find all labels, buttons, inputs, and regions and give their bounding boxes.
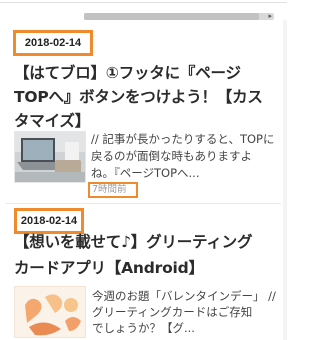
- top-bar: ▸: [0, 0, 287, 20]
- laptop-photo-icon: [15, 132, 85, 182]
- article-excerpt-line: 今週のお題「バレンタインデー」 //: [92, 289, 276, 303]
- article-thumbnail-laptop[interactable]: [14, 131, 86, 183]
- valentine-illustration-icon: [15, 287, 85, 337]
- article-title-line[interactable]: 【想いを載せて♪】グリーティング: [14, 230, 284, 254]
- top-rule: [0, 2, 287, 3]
- blog-article-list: ▸ 2018-02-14 【はてブロ】①フッタに『ページ TOPへ』ボタンをつけ…: [0, 0, 287, 340]
- article-excerpt-line: // 記事が長かったりすると、TOPに: [91, 132, 275, 146]
- scroll-right-arrow-icon[interactable]: ▸: [268, 13, 272, 20]
- article-title-line[interactable]: TOPへ』ボタンをつけよう！【カス: [14, 85, 284, 109]
- article-date: 2018-02-14: [13, 30, 93, 56]
- article-excerpt-line: 戻るのが面倒な時もありますよ: [91, 149, 252, 163]
- article-excerpt-line: グリーティングカードはご存知: [92, 305, 253, 319]
- scrollbar-thumb[interactable]: [84, 13, 259, 20]
- article-time-ago: 7時間前: [88, 182, 138, 198]
- article-thumbnail-valentine[interactable]: [14, 286, 86, 338]
- article-title-line[interactable]: 【はてブロ】①フッタに『ページ: [14, 61, 284, 85]
- article-excerpt-line: ね。『ページTOPへ...: [91, 166, 200, 180]
- horizontal-scrollbar[interactable]: ▸: [84, 13, 274, 20]
- article-title-line[interactable]: タマイズ】: [14, 109, 284, 133]
- article-title-line[interactable]: カードアプリ【Android】: [14, 256, 284, 280]
- article-divider: [6, 203, 281, 204]
- article-excerpt-line: でしょうか？【グ...: [92, 321, 195, 335]
